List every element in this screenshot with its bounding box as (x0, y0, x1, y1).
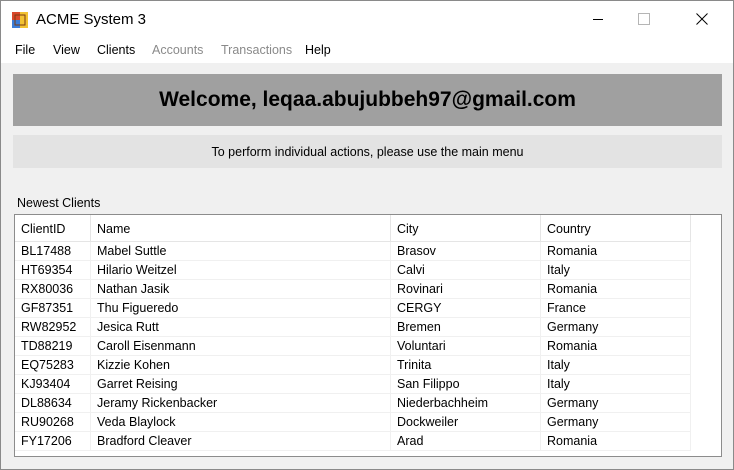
cell-city: Rovinari (391, 280, 541, 299)
menu-clients[interactable]: Clients (97, 43, 135, 57)
cell-name: Jesica Rutt (91, 318, 391, 337)
cell-name: Caroll Eisenmann (91, 337, 391, 356)
menu-transactions[interactable]: Transactions (221, 43, 292, 57)
cell-city: Trinita (391, 356, 541, 375)
info-banner: To perform individual actions, please us… (13, 135, 722, 168)
cell-name: Thu Figueredo (91, 299, 391, 318)
cell-country: Germany (541, 394, 691, 413)
cell-city: Arad (391, 432, 541, 451)
cell-name: Garret Reising (91, 375, 391, 394)
table-row[interactable]: TD88219 Caroll Eisenmann Voluntari Roman… (15, 337, 721, 356)
cell-country: Italy (541, 261, 691, 280)
table-row[interactable]: RX80036 Nathan Jasik Rovinari Romania (15, 280, 721, 299)
cell-name: Jeramy Rickenbacker (91, 394, 391, 413)
column-header-name[interactable]: Name (91, 215, 391, 242)
cell-city: San Filippo (391, 375, 541, 394)
minimize-icon (592, 13, 604, 28)
cell-clientid: KJ93404 (15, 375, 91, 394)
cell-clientid: RW82952 (15, 318, 91, 337)
menu-view[interactable]: View (53, 43, 80, 57)
cell-city: Niederbachheim (391, 394, 541, 413)
cell-clientid: HT69354 (15, 261, 91, 280)
cell-clientid: RX80036 (15, 280, 91, 299)
app-icon (12, 12, 28, 28)
cell-city: Bremen (391, 318, 541, 337)
table-row[interactable]: EQ75283 Kizzie Kohen Trinita Italy (15, 356, 721, 375)
column-header-city[interactable]: City (391, 215, 541, 242)
cell-clientid: GF87351 (15, 299, 91, 318)
cell-clientid: EQ75283 (15, 356, 91, 375)
window-title: ACME System 3 (36, 11, 147, 28)
table-row[interactable]: RU90268 Veda Blaylock Dockweiler Germany (15, 413, 721, 432)
cell-country: Romania (541, 337, 691, 356)
menu-file[interactable]: File (15, 43, 35, 57)
cell-name: Hilario Weitzel (91, 261, 391, 280)
cell-country: Romania (541, 432, 691, 451)
cell-country: Romania (541, 280, 691, 299)
menu-bar: File View Clients Accounts Transactions … (1, 39, 733, 63)
table-row[interactable]: HT69354 Hilario Weitzel Calvi Italy (15, 261, 721, 280)
menu-accounts[interactable]: Accounts (152, 43, 203, 57)
title-bar[interactable]: ACME System 3 (1, 1, 733, 39)
cell-clientid: RU90268 (15, 413, 91, 432)
table-row[interactable]: FY17206 Bradford Cleaver Arad Romania (15, 432, 721, 451)
welcome-banner: Welcome, leqaa.abujubbeh97@gmail.com (13, 74, 722, 126)
table-row[interactable]: DL88634 Jeramy Rickenbacker Niederbachhe… (15, 394, 721, 413)
cell-clientid: DL88634 (15, 394, 91, 413)
cell-city: Brasov (391, 242, 541, 261)
table-row[interactable]: KJ93404 Garret Reising San Filippo Italy (15, 375, 721, 394)
cell-clientid: FY17206 (15, 432, 91, 451)
close-icon (696, 12, 708, 28)
newest-clients-label: Newest Clients (17, 196, 101, 210)
close-button[interactable] (679, 1, 725, 39)
clients-grid[interactable]: ClientID Name City Country BL17488 Mabel… (14, 214, 722, 457)
cell-city: CERGY (391, 299, 541, 318)
table-row[interactable]: GF87351 Thu Figueredo CERGY France (15, 299, 721, 318)
table-row[interactable]: BL17488 Mabel Suttle Brasov Romania (15, 242, 721, 261)
cell-clientid: TD88219 (15, 337, 91, 356)
cell-country: Germany (541, 318, 691, 337)
cell-name: Kizzie Kohen (91, 356, 391, 375)
maximize-icon (638, 12, 650, 28)
cell-country: Germany (541, 413, 691, 432)
cell-city: Voluntari (391, 337, 541, 356)
maximize-button[interactable] (621, 1, 667, 39)
app-window: ACME System 3 File View Clients Accounts… (0, 0, 734, 470)
cell-clientid: BL17488 (15, 242, 91, 261)
cell-country: Italy (541, 375, 691, 394)
table-row[interactable]: RW82952 Jesica Rutt Bremen Germany (15, 318, 721, 337)
cell-country: France (541, 299, 691, 318)
cell-city: Dockweiler (391, 413, 541, 432)
cell-name: Mabel Suttle (91, 242, 391, 261)
column-header-clientid[interactable]: ClientID (15, 215, 91, 242)
minimize-button[interactable] (575, 1, 621, 39)
cell-city: Calvi (391, 261, 541, 280)
cell-name: Veda Blaylock (91, 413, 391, 432)
menu-help[interactable]: Help (305, 43, 331, 57)
cell-name: Bradford Cleaver (91, 432, 391, 451)
column-header-country[interactable]: Country (541, 215, 691, 242)
cell-country: Romania (541, 242, 691, 261)
cell-name: Nathan Jasik (91, 280, 391, 299)
cell-country: Italy (541, 356, 691, 375)
